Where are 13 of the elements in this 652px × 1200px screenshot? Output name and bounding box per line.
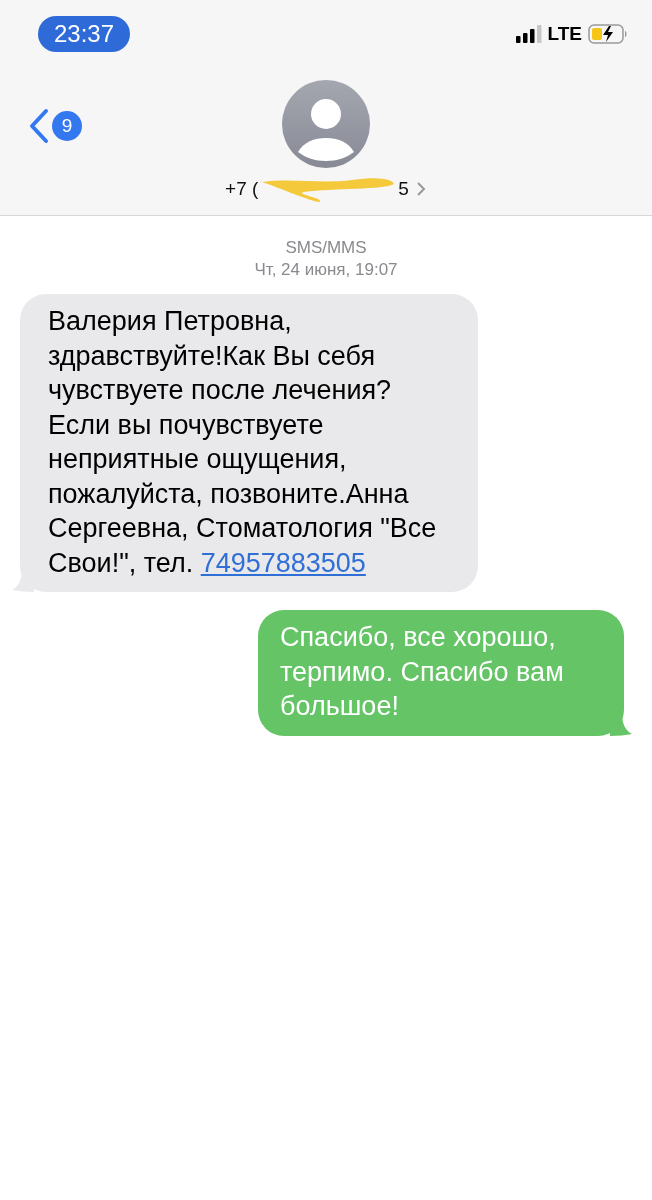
back-icon[interactable] (28, 108, 50, 144)
battery-charging-icon (588, 23, 628, 45)
contact-number[interactable]: 5 (398, 178, 409, 200)
contact-number[interactable]: +7 ( (225, 178, 259, 200)
avatar-icon[interactable] (282, 80, 370, 168)
chevron-right-icon[interactable] (414, 181, 427, 197)
network-label: LTE (547, 23, 582, 45)
signal-icon (515, 25, 542, 43)
service-label: SMS/MMS (285, 238, 367, 258)
phone-link[interactable]: 74957883505 (200, 547, 366, 578)
clock: 23:37 (38, 16, 131, 52)
timestamp: Чт, 24 июня, 19:07 (254, 260, 398, 280)
unread-badge[interactable]: 9 (52, 111, 82, 141)
